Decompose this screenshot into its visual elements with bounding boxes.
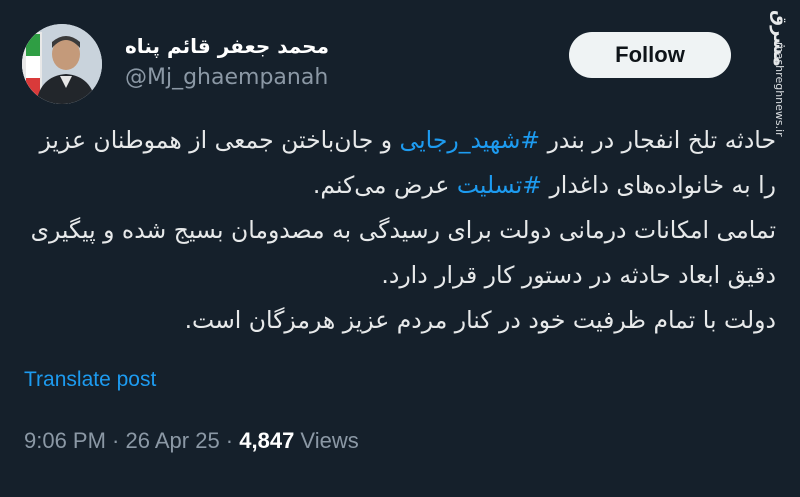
hashtag-link[interactable]: #شهید_رجایی — [400, 126, 541, 154]
tweet-paragraph-1: حادثه تلخ انفجار در بندر #شهید_رجایی و ج… — [24, 118, 776, 208]
follow-button[interactable]: Follow — [569, 32, 731, 78]
watermark: مشرق mashreghnews.ir — [756, 6, 796, 137]
views-label: Views — [294, 428, 359, 453]
author-avatar[interactable] — [22, 24, 102, 104]
hashtag-link[interactable]: #تسلیت — [457, 171, 542, 199]
author-handle[interactable]: @Mj_ghaempanah — [125, 65, 328, 90]
tweet-time[interactable]: 9:06 PM — [24, 428, 106, 453]
tweet-paragraph-3: دولت با تمام ظرفیت خود در کنار مردم عزیز… — [184, 306, 776, 334]
tweet-text: حادثه تلخ انفجار در بندر #شهید_رجایی و ج… — [24, 118, 776, 343]
tweet-paragraph-2: تمامی امکانات درمانی دولت برای رسیدگی به… — [30, 216, 776, 289]
tweet-header: محمد جعفر قائم پناه @Mj_ghaempanah Follo… — [0, 0, 800, 137]
meta-separator: · — [105, 428, 126, 453]
tweet-meta: 9:06 PM · 26 Apr 25 · 4,847 Views — [24, 428, 359, 454]
meta-separator: · — [219, 428, 240, 453]
tweet-date[interactable]: 26 Apr 25 — [126, 428, 220, 453]
author-display-name[interactable]: محمد جعفر قائم پناه — [125, 34, 329, 58]
tweet-text-segment: عرض می‌کنم. — [312, 171, 457, 199]
profile-photo-icon — [22, 24, 102, 104]
tweet-text-segment: حادثه تلخ انفجار در بندر — [540, 126, 776, 154]
views-count: 4,847 — [239, 428, 295, 453]
translate-post-link[interactable]: Translate post — [24, 368, 156, 392]
